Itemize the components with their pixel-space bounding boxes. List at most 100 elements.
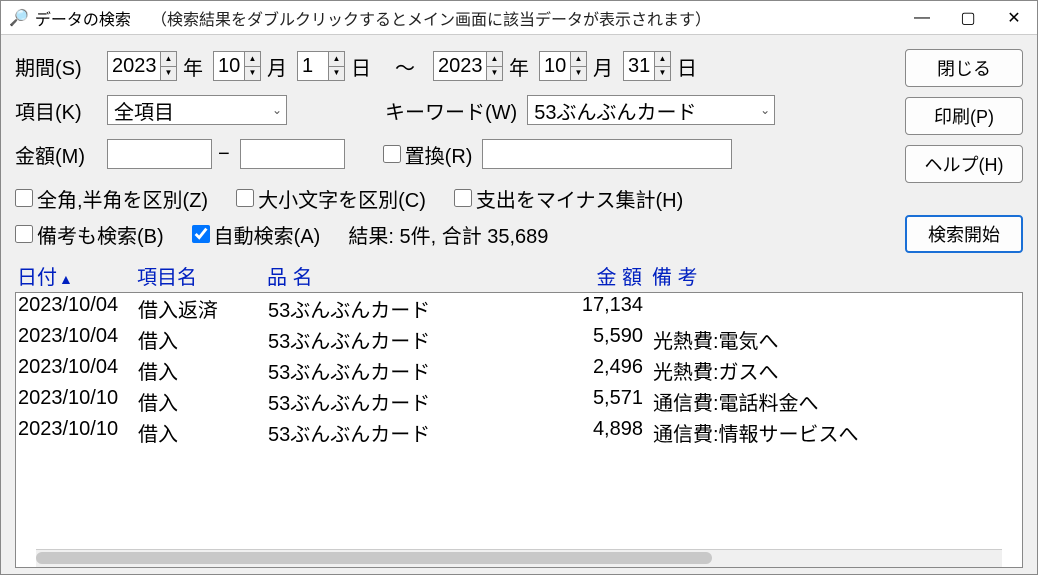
to-month-input[interactable]: [540, 52, 570, 80]
replace-label: 置換(R): [405, 140, 473, 169]
from-month-input[interactable]: [214, 52, 244, 80]
maximize-button[interactable]: ▢: [945, 1, 991, 35]
search-button[interactable]: 検索開始: [905, 215, 1023, 253]
replace-check[interactable]: 置換(R): [383, 140, 473, 169]
up-icon[interactable]: ▲: [161, 52, 176, 67]
col-item[interactable]: 項目名: [137, 261, 267, 290]
zenkaku-check[interactable]: 全角,半角を区別(Z): [15, 184, 208, 213]
cell-name: 53ぶんぶんカード: [268, 356, 543, 385]
down-icon[interactable]: ▼: [329, 67, 344, 81]
unit-month: 月: [267, 52, 287, 81]
grid-body[interactable]: 2023/10/04借入返済53ぶんぶんカード17,1342023/10/04借…: [15, 292, 1023, 568]
down-icon[interactable]: ▼: [245, 67, 260, 81]
col-name[interactable]: 品 名: [267, 261, 542, 290]
app-icon: 🔎: [9, 8, 29, 28]
cell-amount: 17,134: [543, 294, 643, 323]
cell-memo: 通信費:電話料金へ: [643, 387, 1020, 416]
unit-day: 日: [677, 52, 697, 81]
down-icon[interactable]: ▼: [655, 67, 670, 81]
auto-label: 自動検索(A): [214, 220, 321, 249]
table-row[interactable]: 2023/10/10借入53ぶんぶんカード4,898通信費:情報サービスへ: [16, 417, 1022, 448]
period-tilde: ～: [395, 52, 415, 81]
to-year-input[interactable]: [434, 52, 486, 80]
keyword-combo[interactable]: 53ぶんぶんカード ⌄: [527, 95, 775, 125]
expminus-label: 支出をマイナス集計(H): [476, 184, 683, 213]
down-icon[interactable]: ▼: [571, 67, 586, 81]
col-memo[interactable]: 備 考: [642, 261, 1021, 290]
down-icon[interactable]: ▼: [487, 67, 502, 81]
unit-month: 月: [593, 52, 613, 81]
grid-header: 日付▲ 項目名 品 名 金 額 備 考: [15, 261, 1023, 292]
to-day-stepper[interactable]: ▲▼: [623, 51, 671, 81]
horizontal-scrollbar[interactable]: [36, 549, 1002, 567]
up-icon[interactable]: ▲: [245, 52, 260, 67]
up-icon[interactable]: ▲: [329, 52, 344, 67]
from-day-input[interactable]: [298, 52, 328, 80]
to-month-stepper[interactable]: ▲▼: [539, 51, 587, 81]
amount-to-input[interactable]: [240, 139, 345, 169]
from-day-stepper[interactable]: ▲▼: [297, 51, 345, 81]
expminus-checkbox[interactable]: [454, 189, 472, 207]
auto-check[interactable]: 自動検索(A): [192, 220, 321, 249]
cell-item: 借入: [138, 325, 268, 354]
keyword-label: キーワード(W): [385, 96, 517, 125]
memo-label: 備考も検索(B): [37, 220, 164, 249]
sort-asc-icon: ▲: [59, 271, 73, 287]
amount-from-input[interactable]: [107, 139, 212, 169]
window-title: データの検索: [35, 6, 131, 30]
cell-memo: [643, 294, 1020, 323]
cell-date: 2023/10/10: [18, 418, 138, 447]
table-row[interactable]: 2023/10/04借入53ぶんぶんカード5,590光熱費:電気へ: [16, 324, 1022, 355]
zenkaku-label: 全角,半角を区別(Z): [37, 184, 208, 213]
from-month-stepper[interactable]: ▲▼: [213, 51, 261, 81]
casesens-label: 大小文字を区別(C): [258, 184, 426, 213]
table-row[interactable]: 2023/10/04借入53ぶんぶんカード2,496光熱費:ガスへ: [16, 355, 1022, 386]
replace-input[interactable]: [482, 139, 732, 169]
cell-amount: 2,496: [543, 356, 643, 385]
close-button[interactable]: 閉じる: [905, 49, 1023, 87]
replace-checkbox[interactable]: [383, 145, 401, 163]
item-combo-value: 全項目: [114, 96, 174, 125]
help-button[interactable]: ヘルプ(H): [905, 145, 1023, 183]
unit-year: 年: [509, 52, 529, 81]
keyword-combo-value: 53ぶんぶんカード: [534, 96, 696, 125]
to-year-stepper[interactable]: ▲▼: [433, 51, 503, 81]
cell-item: 借入返済: [138, 294, 268, 323]
table-row[interactable]: 2023/10/10借入53ぶんぶんカード5,571通信費:電話料金へ: [16, 386, 1022, 417]
scrollbar-thumb[interactable]: [36, 552, 712, 564]
cell-amount: 4,898: [543, 418, 643, 447]
cell-amount: 5,590: [543, 325, 643, 354]
unit-year: 年: [183, 52, 203, 81]
memo-check[interactable]: 備考も検索(B): [15, 220, 164, 249]
to-day-input[interactable]: [624, 52, 654, 80]
minimize-button[interactable]: —: [899, 1, 945, 35]
expminus-check[interactable]: 支出をマイナス集計(H): [454, 184, 683, 213]
cell-amount: 5,571: [543, 387, 643, 416]
auto-checkbox[interactable]: [192, 225, 210, 243]
col-date[interactable]: 日付▲: [17, 261, 137, 290]
down-icon[interactable]: ▼: [161, 67, 176, 81]
from-year-input[interactable]: [108, 52, 160, 80]
close-window-button[interactable]: ✕: [991, 1, 1037, 35]
cell-memo: 光熱費:電気へ: [643, 325, 1020, 354]
chevron-down-icon: ⌄: [760, 103, 770, 117]
casesens-check[interactable]: 大小文字を区別(C): [236, 184, 426, 213]
casesens-checkbox[interactable]: [236, 189, 254, 207]
from-year-stepper[interactable]: ▲▼: [107, 51, 177, 81]
memo-checkbox[interactable]: [15, 225, 33, 243]
up-icon[interactable]: ▲: [571, 52, 586, 67]
col-amount[interactable]: 金 額: [542, 261, 642, 290]
item-combo[interactable]: 全項目 ⌄: [107, 95, 287, 125]
zenkaku-checkbox[interactable]: [15, 189, 33, 207]
titlebar: 🔎 データの検索 （検索結果をダブルクリックするとメイン画面に該当データが表示さ…: [1, 1, 1037, 35]
cell-name: 53ぶんぶんカード: [268, 325, 543, 354]
print-button[interactable]: 印刷(P): [905, 97, 1023, 135]
table-row[interactable]: 2023/10/04借入返済53ぶんぶんカード17,134: [16, 293, 1022, 324]
up-icon[interactable]: ▲: [487, 52, 502, 67]
cell-item: 借入: [138, 418, 268, 447]
cell-name: 53ぶんぶんカード: [268, 294, 543, 323]
amount-label: 金額(M): [15, 140, 103, 169]
cell-item: 借入: [138, 387, 268, 416]
up-icon[interactable]: ▲: [655, 52, 670, 67]
chevron-down-icon: ⌄: [272, 103, 282, 117]
